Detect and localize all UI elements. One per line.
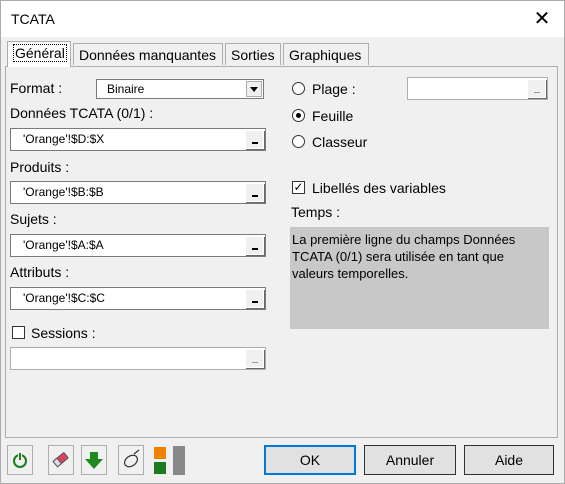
cancel-button[interactable]: Annuler [364, 445, 456, 475]
range-select-icon [252, 142, 258, 144]
range-select-button[interactable] [245, 349, 264, 368]
dialog-window: TCATA ✕ Général Données manquantes Sorti… [0, 0, 565, 484]
subjects-label: Sujets : [10, 211, 57, 227]
bottom-toolbar: OK Annuler Aide [5, 441, 558, 481]
tag-icon [123, 449, 140, 468]
output-range-input[interactable] [407, 77, 548, 100]
data-range-value: 'Orange'!$D:$X [23, 132, 105, 146]
green-square-icon [154, 462, 166, 474]
range-select-icon [252, 301, 258, 303]
range-select-button[interactable] [245, 236, 264, 255]
gray-bar-icon [173, 446, 185, 475]
subjects-range-value: 'Orange'!$A:$A [23, 238, 104, 252]
range-select-button[interactable] [527, 79, 546, 98]
reset-button[interactable] [7, 445, 33, 475]
range-select-icon [534, 92, 540, 93]
sessions-range-input[interactable] [10, 347, 266, 370]
products-label: Produits : [10, 159, 70, 175]
tab-charts[interactable]: Graphiques [283, 43, 369, 65]
sheet-radio-label: Feuille [312, 108, 354, 124]
workbook-radio[interactable] [292, 135, 305, 148]
range-select-button[interactable] [245, 183, 264, 202]
close-icon[interactable]: ✕ [530, 7, 554, 31]
products-range-input[interactable]: 'Orange'!$B:$B [10, 181, 266, 204]
range-select-button[interactable] [245, 130, 264, 149]
products-range-value: 'Orange'!$B:$B [23, 185, 104, 199]
ok-button[interactable]: OK [264, 445, 356, 475]
window-title: TCATA [11, 11, 55, 27]
attributes-label: Attributs : [10, 264, 70, 280]
clear-button[interactable] [48, 445, 74, 475]
range-select-icon [252, 195, 258, 197]
sessions-checkbox[interactable] [12, 326, 25, 339]
orange-square-icon [154, 447, 166, 459]
sheet-radio[interactable] [292, 109, 305, 122]
options-button[interactable] [118, 445, 144, 475]
time-label: Temps : [291, 204, 341, 220]
chevron-down-icon[interactable] [246, 81, 262, 97]
variable-labels-checkbox[interactable]: ✓ [292, 181, 305, 194]
refresh-icon [13, 452, 27, 468]
format-select-value: Binaire [107, 82, 145, 96]
eraser-icon [52, 452, 69, 468]
variable-labels-label: Libellés des variables [312, 180, 446, 196]
workbook-radio-label: Classeur [312, 134, 368, 150]
title-bar: TCATA ✕ [1, 1, 564, 37]
time-info-box: La première ligne du champs Données TCAT… [290, 227, 549, 329]
data-label: Données TCATA (0/1) : [10, 105, 154, 121]
tab-outputs[interactable]: Sorties [225, 43, 281, 65]
attributes-range-input[interactable]: 'Orange'!$C:$C [10, 287, 266, 310]
attributes-range-value: 'Orange'!$C:$C [23, 291, 105, 305]
range-radio-label: Plage : [312, 81, 356, 97]
format-label: Format : [10, 80, 63, 96]
tab-missing-data[interactable]: Données manquantes [73, 43, 223, 65]
tab-general[interactable]: Général [7, 41, 71, 67]
move-down-button[interactable] [81, 445, 107, 475]
range-select-icon [252, 248, 258, 250]
arrow-down-icon [85, 452, 103, 469]
tab-general-label: Général [13, 44, 67, 62]
format-select[interactable]: Binaire [96, 79, 264, 99]
range-select-button[interactable] [245, 289, 264, 308]
help-button[interactable]: Aide [464, 445, 554, 475]
range-radio[interactable] [292, 82, 305, 95]
data-range-input[interactable]: 'Orange'!$D:$X [10, 128, 266, 151]
range-select-icon [252, 362, 258, 363]
subjects-range-input[interactable]: 'Orange'!$A:$A [10, 234, 266, 257]
time-info-text: La première ligne du champs Données TCAT… [292, 232, 516, 281]
sessions-label: Sessions : [31, 325, 96, 341]
